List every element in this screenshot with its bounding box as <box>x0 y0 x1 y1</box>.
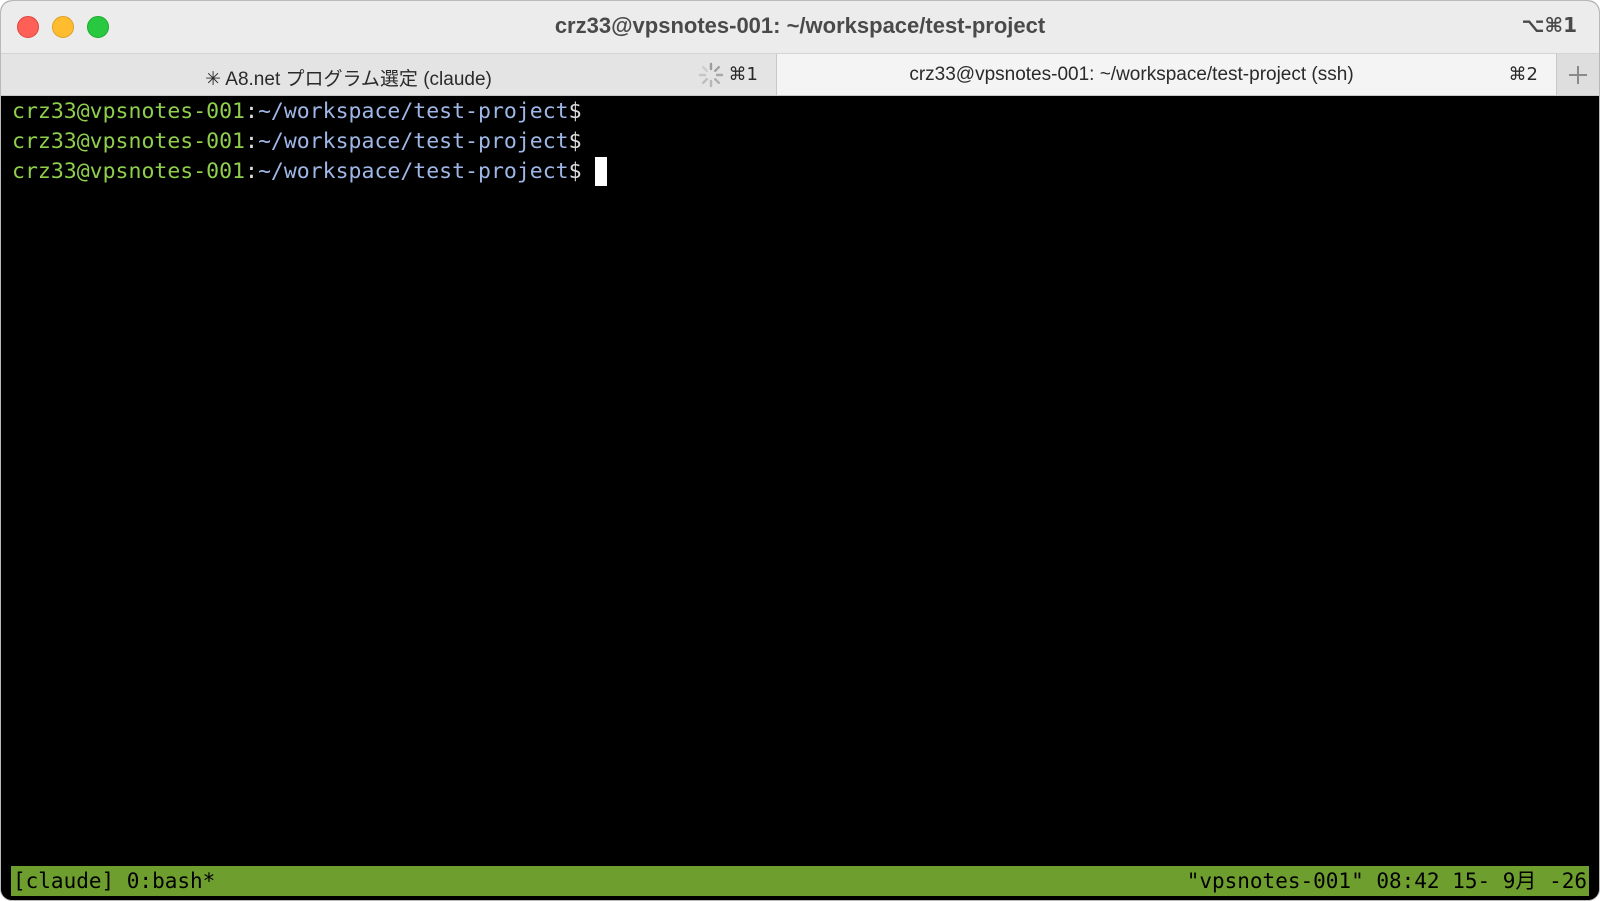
tab-shortcut: ⌘1 <box>728 64 758 85</box>
window-shortcut: ⌥⌘1 <box>1521 13 1577 37</box>
prompt-separator: : <box>245 159 258 184</box>
terminal-window: crz33@vpsnotes-001: ~/workspace/test-pro… <box>0 0 1600 901</box>
prompt-symbol: $ <box>568 99 582 124</box>
prompt-path: ~/workspace/test-project <box>257 99 569 124</box>
minimize-window-button[interactable] <box>52 16 74 38</box>
tab-ssh[interactable]: crz33@vpsnotes-001: ~/workspace/test-pro… <box>777 54 1557 95</box>
text-cursor <box>594 157 607 186</box>
window-title: crz33@vpsnotes-001: ~/workspace/test-pro… <box>554 13 1046 38</box>
terminal-line: crz33@vpsnotes-001:~/workspace/test-proj… <box>12 97 582 127</box>
prompt-symbol: $ <box>568 159 582 184</box>
tab-label: ✳ A8.net プログラム選定 (claude) <box>205 69 492 90</box>
prompt-path: ~/workspace/test-project <box>257 159 569 184</box>
prompt-symbol: $ <box>568 129 582 154</box>
prompt-separator: : <box>245 129 258 154</box>
tab-label: crz33@vpsnotes-001: ~/workspace/test-pro… <box>909 64 1354 85</box>
prompt-separator: : <box>245 99 258 124</box>
new-tab-button[interactable] <box>1557 54 1599 95</box>
prompt-user: crz33@vpsnotes-001 <box>12 99 245 124</box>
prompt-user: crz33@vpsnotes-001 <box>12 129 245 154</box>
tmux-status-bar: [claude] 0:bash* "vpsnotes-001" 08:42 15… <box>11 866 1589 896</box>
tmux-host-time: "vpsnotes-001" 08:42 15- 9月 -26 <box>1186 869 1587 893</box>
title-bar[interactable]: crz33@vpsnotes-001: ~/workspace/test-pro… <box>1 1 1599 54</box>
terminal-line: crz33@vpsnotes-001:~/workspace/test-proj… <box>12 157 607 187</box>
terminal-line: crz33@vpsnotes-001:~/workspace/test-proj… <box>12 127 582 157</box>
prompt-path: ~/workspace/test-project <box>257 129 569 154</box>
maximize-window-button[interactable] <box>87 16 109 38</box>
prompt-user: crz33@vpsnotes-001 <box>12 159 245 184</box>
loading-spinner-icon <box>698 62 724 88</box>
tab-shortcut: ⌘2 <box>1508 64 1538 85</box>
tab-bar: ✳ A8.net プログラム選定 (claude) ⌘1 crz33@vpsno… <box>1 54 1599 96</box>
terminal-content[interactable]: crz33@vpsnotes-001:~/workspace/test-proj… <box>1 96 1599 900</box>
tmux-session-window: [claude] 0:bash* <box>13 869 216 893</box>
close-window-button[interactable] <box>17 16 39 38</box>
tab-claude[interactable]: ✳ A8.net プログラム選定 (claude) ⌘1 <box>1 54 777 95</box>
